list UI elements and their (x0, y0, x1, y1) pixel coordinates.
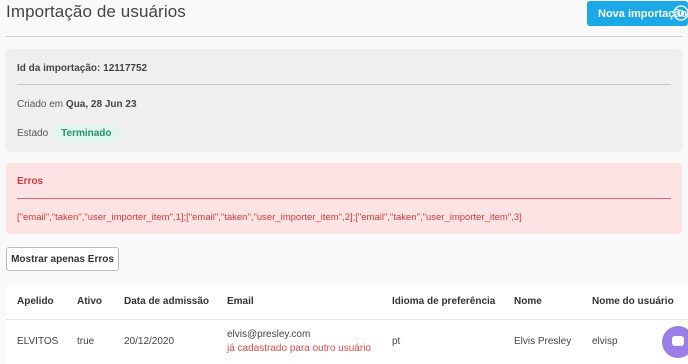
column-header-email[interactable]: Email (227, 296, 254, 307)
show-errors-only-button[interactable]: Mostrar apenas Erros (6, 247, 119, 271)
import-id: Id da importação: 12117752 (17, 63, 147, 74)
column-header-nome-usuario[interactable]: Nome do usuário (592, 296, 674, 307)
status-badge: Terminado (54, 125, 119, 142)
chat-launcher-button[interactable] (662, 326, 688, 358)
cell-data-admissao: 20/12/2020 (124, 336, 175, 347)
cell-ativo: true (77, 336, 95, 347)
errors-card: Erros ["email","taken","user_importer_it… (6, 163, 682, 234)
import-state: Estado Terminado (17, 125, 119, 142)
cell-nome-usuario: elvisp (592, 336, 618, 347)
card-divider (17, 84, 671, 85)
errors-title: Erros (17, 176, 44, 187)
cell-idioma: pt (392, 336, 401, 347)
cell-email-error: já cadastrado para outro usuário (227, 343, 371, 354)
import-id-label: Id da importação: (17, 63, 101, 74)
state-label: Estado (17, 128, 49, 139)
created-value: Qua, 28 Jun 23 (65, 99, 137, 110)
column-header-data-admissao[interactable]: Data de admissão (124, 296, 209, 307)
created-label: Criado em (17, 99, 64, 110)
gear-icon[interactable] (672, 4, 688, 22)
column-header-apelido[interactable]: Apelido (17, 296, 54, 307)
errors-text: ["email","taken","user_importer_item",1]… (17, 212, 522, 223)
header-divider (6, 319, 688, 320)
title-divider (6, 36, 682, 37)
page-title: Importação de usuários (6, 2, 186, 21)
column-header-idioma[interactable]: Idioma de preferência (392, 296, 495, 307)
import-info-card: Id da importação: 12117752 Criado em Qua… (6, 49, 682, 150)
errors-divider (17, 198, 671, 199)
cell-nome: Elvis Presley (514, 336, 572, 347)
column-header-ativo[interactable]: Ativo (77, 296, 102, 307)
users-table: Apelido Ativo Data de admissão Email Idi… (6, 284, 688, 364)
cell-apelido: ELVITOS (17, 336, 59, 347)
chat-icon (672, 336, 684, 346)
column-header-nome[interactable]: Nome (514, 296, 542, 307)
import-id-value: 12117752 (103, 63, 148, 74)
cell-email: elvis@presley.com (227, 329, 311, 340)
created-date: Criado em Qua, 28 Jun 23 (17, 99, 137, 110)
